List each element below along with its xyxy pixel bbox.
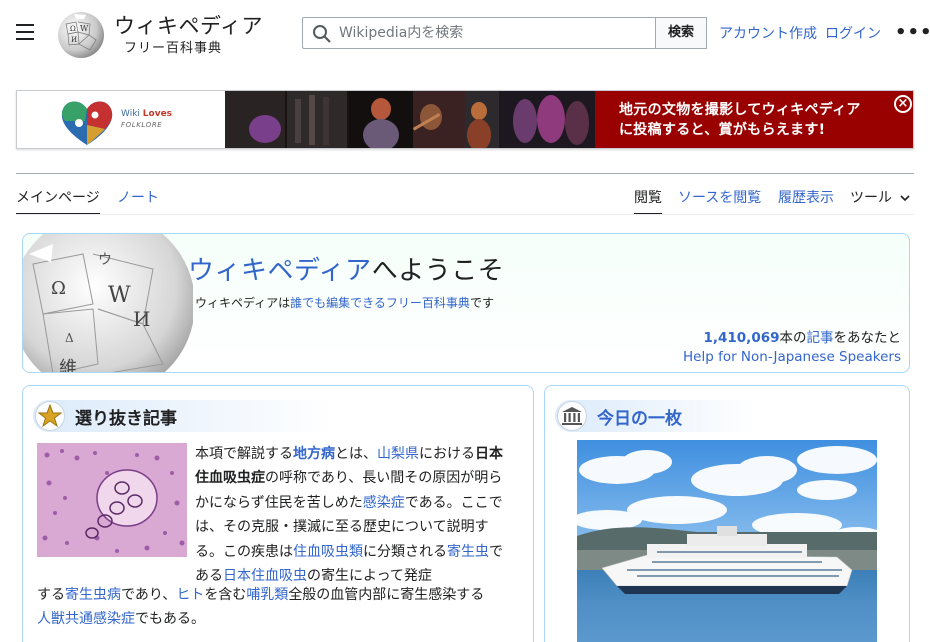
svg-text:W: W [80, 24, 89, 33]
featured-article-title: 選り抜き記事 [75, 409, 177, 429]
wiki-loves-folklore-text: Wiki Loves FOLKLORE [121, 109, 173, 129]
tabs-bottom-divider [16, 214, 914, 215]
site-header: Ω W И ウィキペディア フリー百科事典 検索 アカウント作成 ログイン ••… [0, 0, 930, 64]
featured-article-header: 選り抜き記事 [33, 400, 333, 432]
search-button[interactable]: 検索 [655, 17, 707, 49]
museum-icon [557, 401, 587, 431]
featured-article-text: 本項で解説する地方病とは、山梨県における日本住血吸虫症の呼称であり、長い間その原… [195, 446, 503, 585]
picture-of-day-header: 今日の一枚 [555, 400, 755, 432]
more-options-icon[interactable]: ••• [895, 22, 930, 43]
tab-tools[interactable]: ツール [850, 187, 911, 207]
tab-main-page[interactable]: メインページ [16, 187, 100, 207]
link-jinju-kyotsu[interactable]: 人獣共通感染症 [37, 611, 135, 627]
folklore-photo-collage [225, 91, 597, 148]
site-wordmark[interactable]: ウィキペディア [114, 10, 263, 40]
chevron-down-icon [900, 195, 911, 202]
campaign-banner[interactable]: Wiki Loves FOLKLORE 地元の文物を撮影してウィキペディア に投… [16, 90, 914, 149]
tabs-top-divider [16, 173, 914, 174]
banner-close-icon[interactable]: × [894, 95, 912, 113]
svg-text:ウ: ウ [98, 252, 112, 268]
main-menu-icon[interactable] [16, 24, 34, 40]
welcome-title-link[interactable]: ウィキペディア [188, 256, 372, 286]
search-icon [313, 25, 331, 43]
tab-read[interactable]: 閲覧 [634, 187, 662, 207]
welcome-subtitle: ウィキペディアは誰でも編集できるフリー百科事典です [195, 296, 494, 310]
tab-talk[interactable]: ノート [117, 187, 159, 207]
article-count-number[interactable]: 1,410,069 [703, 330, 779, 346]
site-tagline: フリー百科事典 [124, 41, 223, 56]
svg-text:Ω: Ω [51, 278, 66, 299]
link-yamanashi[interactable]: 山梨県 [377, 446, 419, 462]
link-honyurui[interactable]: 哺乳類 [246, 587, 288, 603]
search-input[interactable] [339, 23, 639, 43]
banner-message-panel: 地元の文物を撮影してウィキペディア に投稿すると、賞がもらえます! × [595, 91, 913, 148]
picture-of-day-image[interactable] [577, 440, 877, 642]
welcome-title: ウィキペディアへようこそ [188, 256, 505, 286]
article-count: 1,410,069本の記事をあなたと [703, 330, 901, 346]
picture-of-day-title[interactable]: 今日の一枚 [597, 404, 682, 429]
wikipedia-puzzle-globe: ウ W Ω И Δ 維 [23, 234, 193, 373]
free-encyclopedia-link[interactable]: 誰でも編集できるフリー百科事典 [290, 296, 470, 310]
wiki-loves-folklore-logo: Wiki Loves FOLKLORE [17, 91, 227, 148]
heart-puzzle-icon [61, 101, 113, 145]
wikipedia-globe-logo[interactable]: Ω W И [56, 10, 106, 60]
link-kansensho[interactable]: 感染症 [363, 495, 405, 511]
help-non-japanese-link[interactable]: Help for Non-Japanese Speakers [683, 349, 901, 365]
search-box[interactable] [302, 17, 656, 49]
svg-text:И: И [133, 307, 150, 331]
banner-message: 地元の文物を撮影してウィキペディア に投稿すると、賞がもらえます! [619, 102, 861, 138]
svg-text:Ω: Ω [70, 25, 76, 33]
tab-view-source[interactable]: ソースを閲覧 [678, 187, 761, 207]
login-link[interactable]: ログイン [825, 23, 881, 43]
link-nihon-juketsu-kyuchu[interactable]: 日本住血吸虫 [223, 568, 307, 584]
link-hito[interactable]: ヒト [176, 587, 204, 603]
featured-article-text-cont: する寄生虫病であり、ヒトを含む哺乳類全般の血管内部に寄生感染する 人獣共通感染症で… [37, 587, 485, 628]
featured-article-card: 選り抜き記事 本項で解説する地方病とは、山梨県における日本住血吸虫症の呼称であり… [22, 385, 534, 642]
create-account-link[interactable]: アカウント作成 [719, 23, 817, 43]
svg-text:維: 維 [59, 358, 77, 373]
tab-history[interactable]: 履歴表示 [778, 187, 834, 207]
link-juketsu-kyuchu-rui[interactable]: 住血吸虫類 [293, 544, 363, 560]
featured-article-image[interactable] [37, 443, 187, 557]
svg-text:W: W [108, 283, 131, 308]
articles-link[interactable]: 記事 [807, 330, 834, 346]
welcome-box: ウ W Ω И Δ 維 ウィキペディアへようこそ ウィキペディアは誰でも編集でき… [22, 233, 910, 373]
star-icon [35, 401, 65, 431]
link-kiseichubyo[interactable]: 寄生虫病 [65, 587, 121, 603]
link-kiseichu[interactable]: 寄生虫 [447, 544, 489, 560]
svg-text:Δ: Δ [65, 331, 74, 345]
picture-of-day-card: 今日の一枚 [544, 385, 910, 642]
link-chihobyo[interactable]: 地方病 [293, 446, 335, 462]
svg-text:И: И [71, 36, 77, 44]
